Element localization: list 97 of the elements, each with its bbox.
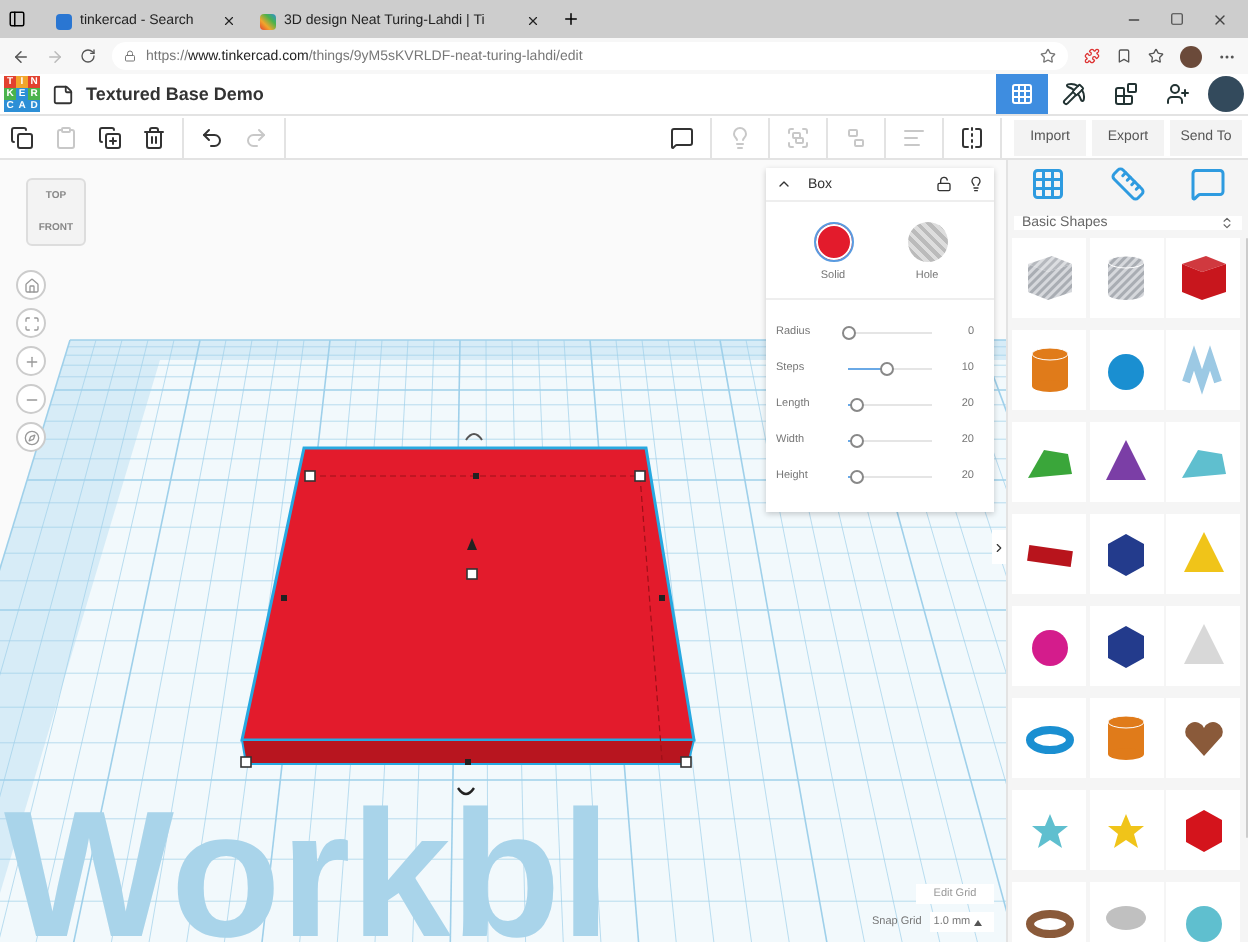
edge-handle[interactable] (473, 473, 479, 479)
group-icon (786, 125, 810, 149)
updown-caret-icon (1220, 216, 1234, 230)
resize-handle[interactable] (466, 568, 478, 580)
add-user-icon (1166, 82, 1190, 106)
shape-tile[interactable] (1166, 330, 1240, 410)
mirror-icon (960, 125, 984, 149)
shape-tile[interactable] (1089, 514, 1163, 594)
profile-avatar[interactable] (1180, 45, 1202, 67)
align-icon (902, 125, 926, 149)
edge-handle[interactable] (659, 595, 665, 601)
user-avatar[interactable] (1208, 76, 1244, 112)
build-icon (1062, 82, 1086, 106)
home-view-button[interactable] (16, 270, 46, 300)
bricks-icon (1114, 82, 1138, 106)
undo-icon (200, 125, 224, 149)
ungroup-icon (844, 125, 868, 149)
shape-tile[interactable] (1166, 238, 1240, 318)
star-icon[interactable] (1040, 48, 1056, 64)
shape-tile[interactable] (1012, 422, 1086, 502)
fit-icon (23, 315, 39, 331)
slider-thumb[interactable] (850, 433, 865, 447)
compass-icon (23, 429, 39, 445)
shape-tile[interactable] (1089, 606, 1163, 686)
delete-icon (142, 125, 166, 149)
design-title: Textured Base Demo (86, 84, 264, 104)
extension-icon[interactable] (1084, 48, 1100, 64)
light-bulb-icon[interactable] (968, 176, 984, 192)
chevron-right-icon (992, 539, 1006, 555)
hole-swatch[interactable] (907, 222, 947, 262)
scrollbar[interactable] (1246, 238, 1248, 838)
favorites-icon[interactable] (1148, 48, 1164, 64)
shape-tile[interactable] (1012, 698, 1086, 778)
slider-thumb[interactable] (850, 469, 865, 483)
shape-tile[interactable] (1089, 238, 1163, 318)
solid-swatch[interactable] (813, 222, 853, 262)
lift-handle[interactable] (467, 538, 477, 550)
zoom-in-button[interactable] (16, 346, 46, 376)
panel-toggle-button[interactable] (992, 530, 1006, 564)
shape-tile[interactable] (1012, 606, 1086, 686)
shape-tile[interactable] (1166, 514, 1240, 594)
redo-icon (244, 125, 268, 149)
caret-icon (974, 919, 983, 925)
plus-icon (23, 353, 39, 369)
shape-tile[interactable] (1166, 698, 1240, 778)
collapse-icon[interactable] (776, 176, 792, 192)
home-icon (23, 277, 39, 293)
lock-icon[interactable] (936, 176, 952, 192)
shape-tile[interactable] (1089, 422, 1163, 502)
shape-tile[interactable] (1012, 514, 1086, 594)
paste-icon (54, 125, 78, 149)
shape-tile[interactable] (1012, 882, 1086, 942)
box-shape[interactable] (240, 446, 696, 765)
maximize-icon[interactable] (1170, 11, 1184, 25)
site-icon (260, 13, 276, 29)
shape-tile[interactable] (1089, 882, 1163, 942)
slider-thumb[interactable] (842, 325, 856, 339)
bookmark-icon[interactable] (1116, 48, 1132, 64)
ruler-icon[interactable] (1110, 166, 1146, 202)
note-icon[interactable] (1190, 166, 1226, 202)
duplicate-icon (98, 125, 122, 149)
shape-tile[interactable] (1089, 698, 1163, 778)
workplane-icon[interactable] (1030, 166, 1066, 202)
design-icon (1010, 82, 1034, 106)
shape-tile[interactable] (1166, 790, 1240, 870)
edge-handle[interactable] (281, 595, 287, 601)
shape-tile[interactable] (1166, 882, 1240, 942)
fit-view-button[interactable] (16, 308, 46, 338)
new-tab-icon[interactable] (562, 10, 580, 28)
shape-tile[interactable] (1012, 330, 1086, 410)
shape-tile[interactable] (1089, 790, 1163, 870)
edge-handle[interactable] (465, 759, 471, 765)
close-icon[interactable] (1212, 11, 1228, 27)
shape-tile[interactable] (1089, 330, 1163, 410)
site-icon (56, 13, 72, 29)
close-icon[interactable] (526, 14, 540, 28)
lock-icon (124, 50, 136, 62)
shape-tile[interactable] (1166, 606, 1240, 686)
close-icon[interactable] (222, 14, 236, 28)
resize-handle[interactable] (680, 756, 692, 768)
slider-thumb[interactable] (879, 361, 894, 375)
shape-tile[interactable] (1166, 422, 1240, 502)
design-list-icon[interactable] (52, 83, 74, 105)
back-icon[interactable] (12, 47, 30, 65)
shape-tile[interactable] (1012, 238, 1086, 318)
notes-icon (670, 125, 694, 149)
copy-icon (10, 125, 34, 149)
shape-tile[interactable] (1012, 790, 1086, 870)
zoom-out-button[interactable] (16, 384, 46, 414)
resize-handle[interactable] (304, 470, 316, 482)
refresh-icon[interactable] (80, 48, 96, 64)
tab-actions-icon[interactable] (8, 10, 26, 28)
light-icon (728, 125, 752, 149)
perspective-button[interactable] (16, 422, 46, 452)
resize-handle[interactable] (240, 756, 252, 768)
resize-handle[interactable] (634, 470, 646, 482)
slider-thumb[interactable] (850, 397, 865, 411)
